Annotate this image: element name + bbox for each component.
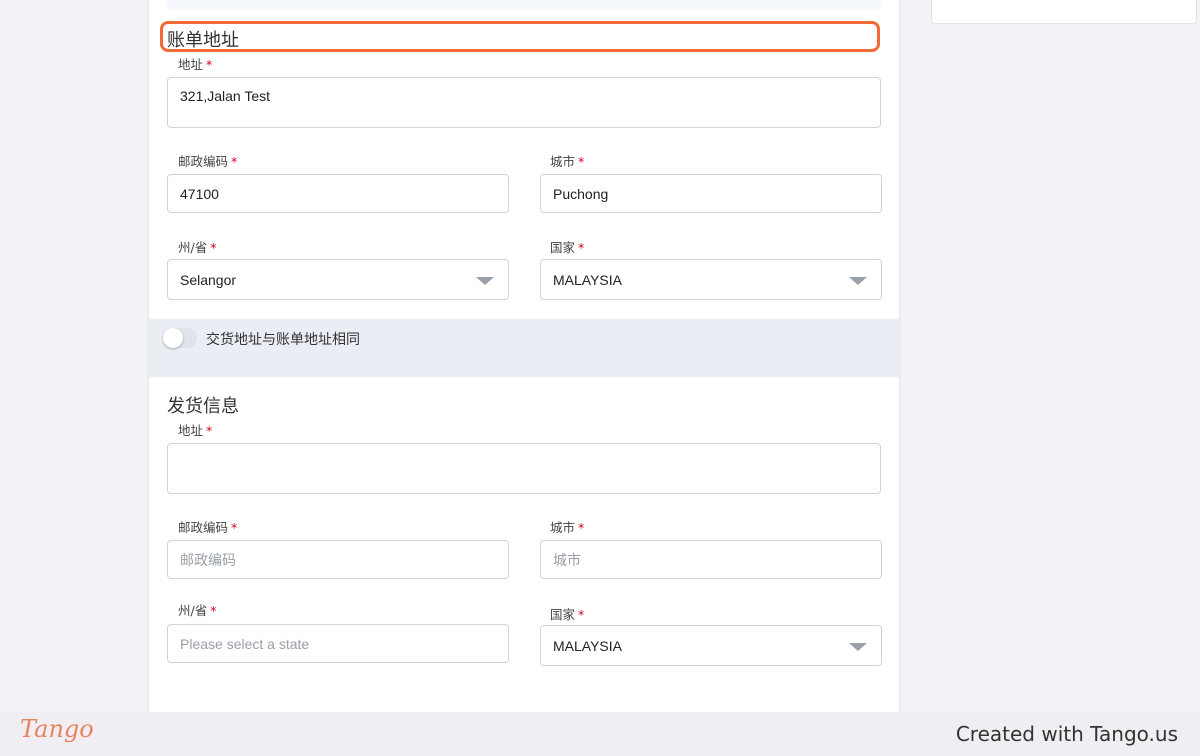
toggle-knob — [163, 328, 183, 348]
tango-highlight-box — [160, 21, 880, 52]
shipping-section-title: 发货信息 — [167, 396, 239, 417]
required-mark: * — [578, 607, 585, 622]
required-mark: * — [231, 520, 238, 535]
billing-postcode-label: 邮政编码 * — [178, 154, 238, 169]
billing-state-value: Selangor — [180, 271, 237, 288]
shipping-address-label: 地址 * — [178, 423, 213, 438]
same-address-toggle[interactable] — [163, 328, 197, 348]
billing-state-label: 州/省 * — [178, 240, 217, 255]
required-mark: * — [231, 154, 238, 169]
same-address-label: 交货地址与账单地址相同 — [206, 332, 360, 348]
shipping-country-label: 国家 * — [550, 607, 585, 622]
required-mark: * — [210, 240, 217, 255]
top-strip — [167, 0, 881, 10]
required-mark: * — [578, 154, 585, 169]
billing-country-value: MALAYSIA — [553, 271, 622, 288]
chevron-down-icon — [849, 276, 867, 285]
required-mark: * — [210, 603, 217, 618]
shipping-postcode-input[interactable]: 邮政编码 — [167, 540, 509, 579]
required-mark: * — [578, 240, 585, 255]
required-mark: * — [206, 57, 213, 72]
shipping-city-input[interactable]: 城市 — [540, 540, 882, 579]
checkout-form-card: 账单地址 地址 * 321,Jalan Test 邮政编码 * 47100 城市 * … — [149, 0, 899, 712]
shipping-country-select[interactable]: MALAYSIA — [540, 625, 882, 666]
chevron-down-icon — [849, 642, 867, 651]
billing-city-label: 城市 * — [550, 154, 585, 169]
shipping-state-label: 州/省 * — [178, 603, 217, 618]
shipping-city-label: 城市 * — [550, 520, 585, 535]
order-summary-panel — [931, 0, 1197, 24]
billing-city-input[interactable]: Puchong — [540, 174, 882, 213]
tango-logo: Tango — [20, 715, 94, 743]
shipping-postcode-label: 邮政编码 * — [178, 520, 238, 535]
shipping-address-input[interactable] — [167, 443, 881, 494]
billing-section-title: 账单地址 — [167, 30, 239, 51]
billing-country-label: 国家 * — [550, 240, 585, 255]
footer-credit: Created with Tango.us — [955, 722, 1178, 746]
shipping-country-value: MALAYSIA — [553, 637, 622, 654]
billing-address-input[interactable]: 321,Jalan Test — [167, 77, 881, 128]
tango-footer: Tango Created with Tango.us — [0, 712, 1200, 756]
chevron-down-icon — [476, 276, 494, 285]
billing-state-select[interactable]: Selangor — [167, 259, 509, 300]
same-address-band: 交货地址与账单地址相同 — [149, 319, 899, 377]
required-mark: * — [206, 423, 213, 438]
billing-address-label: 地址 * — [178, 57, 213, 72]
shipping-state-input[interactable]: Please select a state — [167, 624, 509, 663]
required-mark: * — [578, 520, 585, 535]
billing-postcode-input[interactable]: 47100 — [167, 174, 509, 213]
billing-country-select[interactable]: MALAYSIA — [540, 259, 882, 300]
